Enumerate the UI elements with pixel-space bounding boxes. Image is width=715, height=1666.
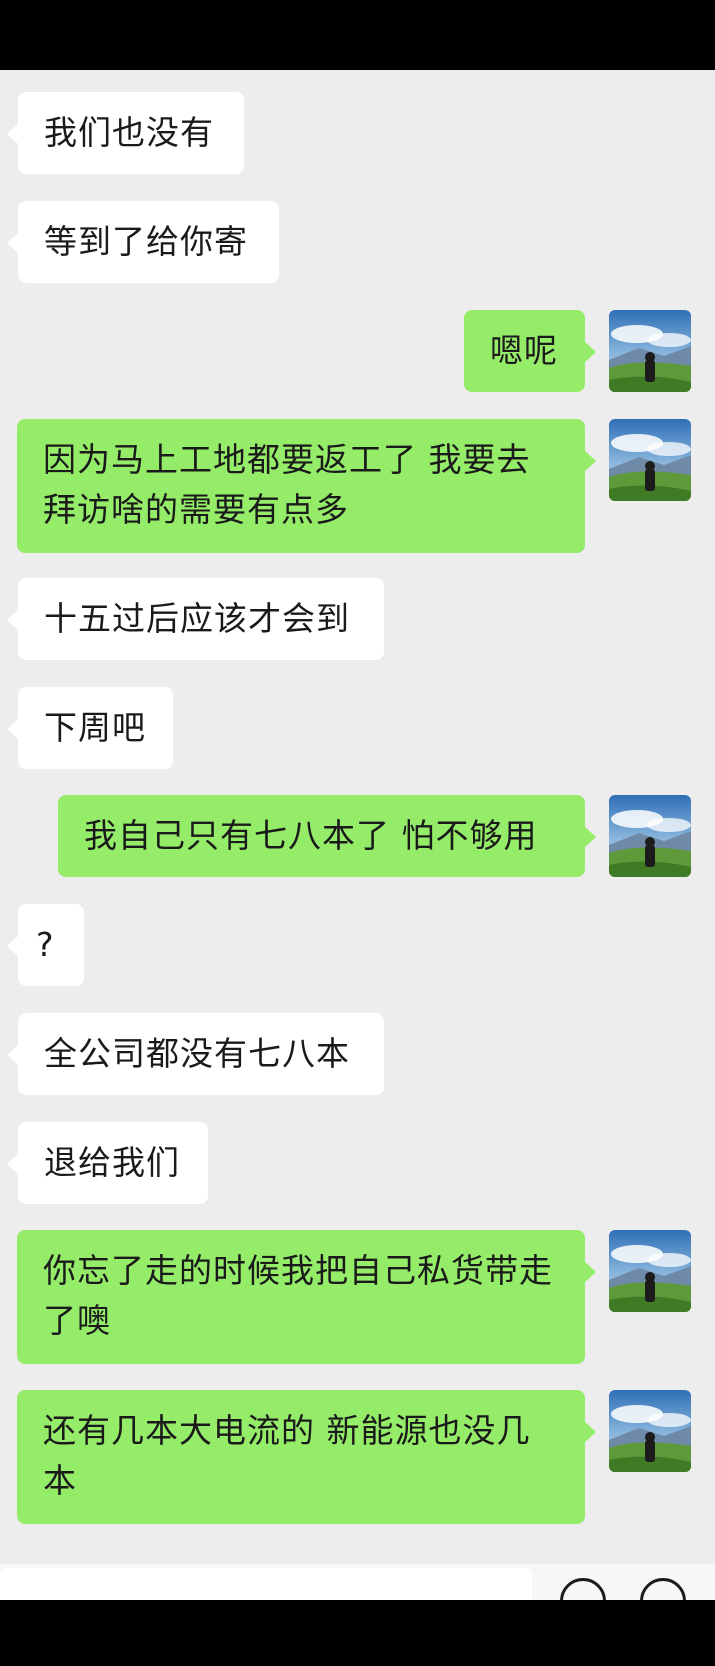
outgoing-message-bubble[interactable]: 还有几本大电流的 新能源也没几 本: [17, 1390, 596, 1524]
voice-circle-icon[interactable]: [560, 1578, 606, 1600]
message-text: ?: [36, 925, 55, 964]
incoming-message-bubble[interactable]: 十五过后应该才会到: [7, 578, 384, 660]
landscape-photo-avatar-icon: [609, 1230, 691, 1312]
avatar[interactable]: [609, 310, 691, 392]
incoming-message-bubble[interactable]: ?: [7, 904, 84, 986]
message-text: 我自己只有七八本了 怕不够用: [84, 816, 538, 855]
message-text: 下周吧: [44, 708, 146, 747]
message-text: 全公司都没有七八本: [44, 1034, 350, 1073]
incoming-message-bubble[interactable]: 等到了给你寄: [7, 201, 279, 283]
message-text-line: 拜访啥的需要有点多: [43, 490, 349, 529]
chat-message-list[interactable]: 我们也没有 等到了给你寄 嗯呢 因为马上工地都要返工了 我要去 拜访啥的需要有点…: [0, 70, 715, 1564]
message-text: 嗯呢: [490, 331, 558, 370]
message-text-line: 你忘了走的时候我把自己私货带走: [43, 1251, 553, 1290]
incoming-message-bubble[interactable]: 下周吧: [7, 687, 173, 769]
avatar[interactable]: [609, 1230, 691, 1312]
message-text: 我们也没有: [44, 113, 214, 152]
incoming-message-bubble[interactable]: 退给我们: [7, 1122, 208, 1204]
outgoing-message-bubble[interactable]: 嗯呢: [464, 310, 596, 392]
message-input[interactable]: [0, 1568, 532, 1600]
landscape-photo-avatar-icon: [609, 795, 691, 877]
message-text-line: 还有几本大电流的 新能源也没几: [43, 1411, 531, 1450]
avatar[interactable]: [609, 419, 691, 501]
message-text-line: 因为马上工地都要返工了 我要去: [43, 440, 531, 479]
outgoing-message-bubble[interactable]: 你忘了走的时候我把自己私货带走 了噢: [17, 1230, 596, 1364]
landscape-photo-avatar-icon: [609, 419, 691, 501]
message-text: 等到了给你寄: [44, 222, 248, 261]
message-text-line: 了噢: [43, 1301, 111, 1340]
landscape-photo-avatar-icon: [609, 310, 691, 392]
message-text: 退给我们: [44, 1143, 180, 1182]
avatar[interactable]: [609, 795, 691, 877]
avatar[interactable]: [609, 1390, 691, 1472]
incoming-message-bubble[interactable]: 我们也没有: [7, 92, 244, 174]
message-text-line: 本: [43, 1461, 77, 1500]
navigation-bar: [0, 1600, 715, 1666]
chat-input-bar: [0, 1564, 715, 1600]
status-bar: [0, 0, 715, 70]
outgoing-message-bubble[interactable]: 因为马上工地都要返工了 我要去 拜访啥的需要有点多: [17, 419, 596, 553]
incoming-message-bubble[interactable]: 全公司都没有七八本: [7, 1013, 384, 1095]
landscape-photo-avatar-icon: [609, 1390, 691, 1472]
outgoing-message-bubble[interactable]: 我自己只有七八本了 怕不够用: [58, 795, 596, 877]
add-circle-icon[interactable]: [640, 1578, 686, 1600]
message-text: 十五过后应该才会到: [44, 599, 350, 638]
